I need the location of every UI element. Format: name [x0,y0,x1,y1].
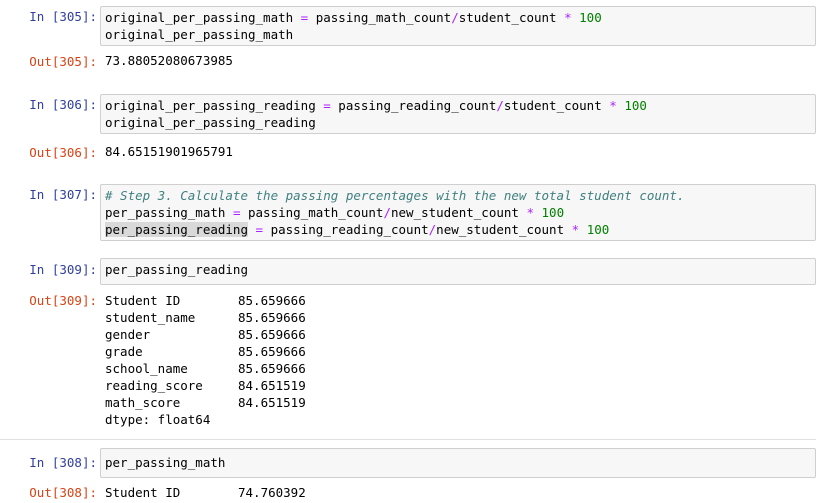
code-line: original_per_passing_math [105,26,811,43]
series-index: math_score [105,395,181,410]
series-row: Student ID 74.760392 [105,484,816,501]
series-index: gender [105,327,151,342]
code-token: = [323,98,331,113]
output-text: 73.88052080673985 [105,53,233,68]
series-index: student_name [105,310,196,325]
series-row: school_name 85.659666 [105,360,816,377]
code-token: student_count [458,10,565,25]
code-line: per_passing_math [105,454,811,471]
output-prompt: Out[305]: [29,54,97,69]
code-token: / [451,10,459,25]
series-value: 85.659666 [238,344,306,359]
input-prompt: In [308]: [29,455,97,470]
code-token: * [526,205,534,220]
series-index: reading_score [105,378,203,393]
highlighted-token: per_passing_reading [105,222,248,237]
output-prompt: Out[308]: [29,485,97,500]
code-line: original_per_passing_math = passing_math… [105,9,811,26]
series-row: reading_score 84.651519 [105,377,816,394]
code-token: per_passing_math [105,455,226,470]
code-line: per_passing_math = passing_math_count/ne… [105,204,811,221]
series-row: math_score 84.651519 [105,394,816,411]
output-text: 84.65151901965791 [105,144,233,159]
series-row: gender 85.659666 [105,326,816,343]
code-token: new_student_count [436,222,572,237]
input-prompt: In [306]: [29,97,97,112]
series-value: 74.760392 [238,485,306,500]
series-value: 85.659666 [238,361,306,376]
code-token: / [496,98,504,113]
code-token: 100 [579,10,602,25]
code-token: original_per_passing_reading [105,98,324,113]
series-value: 85.659666 [238,310,306,325]
code-editor[interactable]: per_passing_reading [100,258,816,285]
series-row: Student ID 85.659666 [105,292,816,309]
series-index: school_name [105,361,188,376]
code-token: = [255,222,264,237]
series-output: Student ID 74.760392 [105,484,816,501]
output-prompt: Out[309]: [29,293,97,308]
code-token: student_count [503,98,610,113]
code-line: per_passing_reading = passing_reading_co… [105,221,811,238]
code-token: original_per_passing_math [105,10,301,25]
cell-separator [0,439,816,440]
code-token: / [383,205,391,220]
code-editor[interactable]: original_per_passing_reading = passing_r… [100,94,816,134]
code-token: 100 [586,222,610,237]
code-editor[interactable]: original_per_passing_math = passing_math… [100,6,816,46]
code-line: per_passing_reading [105,261,811,278]
code-editor[interactable]: per_passing_math [100,448,816,478]
series-row: student_name 85.659666 [105,309,816,326]
code-line: original_per_passing_reading = passing_r… [105,97,811,114]
input-prompt: In [309]: [29,262,97,277]
code-token: * [609,98,617,113]
code-token: passing_reading_count [263,222,429,237]
code-token: 100 [541,205,565,220]
input-prompt: In [305]: [29,9,97,24]
series-value: 84.651519 [238,378,306,393]
code-token: new_student_count [391,205,527,220]
series-output: Student ID 85.659666 student_name 85.659666… [105,292,816,428]
input-prompt: In [307]: [29,187,97,202]
series-value: 85.659666 [238,293,306,308]
code-token: passing_math_count [240,205,384,220]
code-token: passing_math_count [308,10,452,25]
code-line: # Step 3. Calculate the passing percenta… [105,187,811,204]
series-index: grade [105,344,143,359]
output-prompt: Out[306]: [29,145,97,160]
series-row: grade 85.659666 [105,343,816,360]
code-editor[interactable]: # Step 3. Calculate the passing percenta… [100,184,816,241]
code-token: * [564,10,572,25]
code-token: per_passing_math [105,205,233,220]
series-value: 85.659666 [238,327,306,342]
series-value: 84.651519 [238,395,306,410]
code-token: passing_reading_count [330,98,497,113]
code-comment: # Step 3. Calculate the passing percenta… [105,188,685,203]
code-token: original_per_passing_reading [105,115,316,130]
code-token: per_passing_reading [105,262,248,277]
code-token: original_per_passing_math [105,27,294,42]
code-line: original_per_passing_reading [105,114,811,131]
series-index: Student ID [105,293,181,308]
code-token: 100 [624,98,647,113]
series-index: Student ID [105,485,181,500]
series-dtype: dtype: float64 [105,412,211,427]
